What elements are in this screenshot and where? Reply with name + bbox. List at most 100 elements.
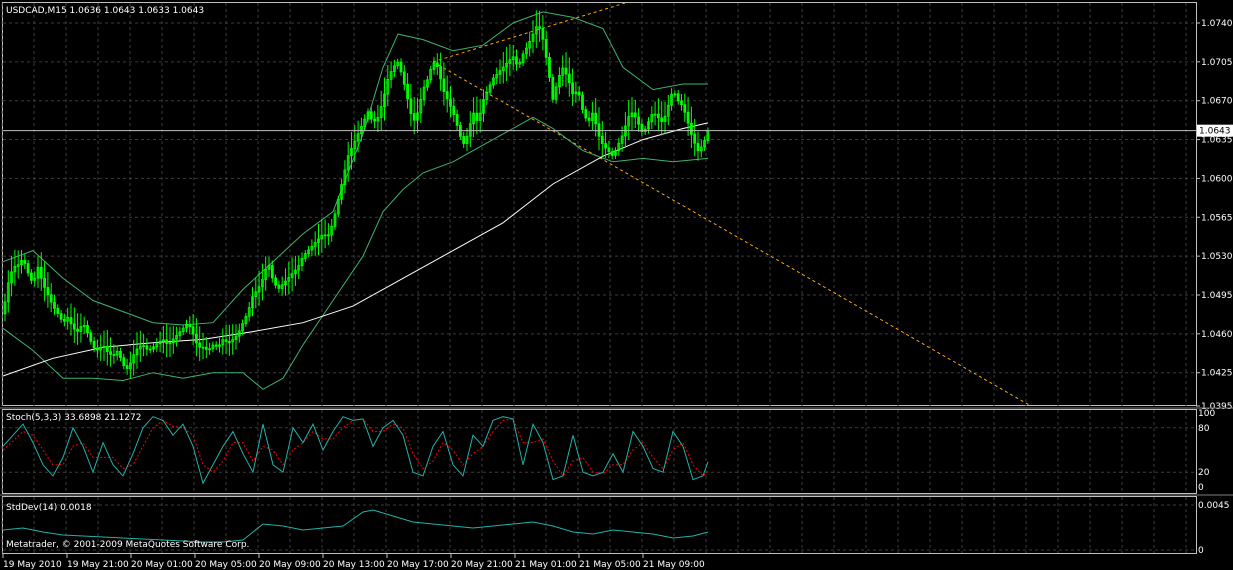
candles: [3, 10, 710, 379]
candle-body: [409, 98, 413, 114]
candle-body: [449, 98, 452, 107]
candle-body: [56, 308, 60, 314]
candle-body: [657, 113, 660, 119]
price-axis: 1.0740 1.0705 1.0670 1.0635 1.0600 1.0565 1.05…: [1196, 19, 1233, 412]
candle-body: [369, 111, 373, 120]
candle-body: [26, 263, 30, 274]
trendline[interactable]: [432, 2, 626, 63]
candle-body: [29, 272, 33, 281]
time-tick-label: 20 May 09:00: [259, 560, 321, 570]
candle-body: [43, 277, 46, 288]
bollinger-bands: [2, 11, 709, 390]
candle-body: [587, 117, 591, 121]
candle-body: [72, 323, 76, 330]
candle-body: [696, 142, 700, 152]
candle-body: [577, 91, 581, 96]
candle-body: [544, 38, 548, 58]
candle-body: [69, 317, 73, 325]
candle-body: [633, 112, 637, 118]
candle-body: [76, 328, 79, 332]
stochastic-panel[interactable]: 100 80 20 0 Stoch(5,3,3) 33.6898 21.1272: [0, 407, 1233, 494]
candle-body: [637, 116, 640, 125]
stochastic-main-line: [2, 416, 709, 485]
candle-body: [198, 342, 202, 348]
current-price-tag-label: 1.0643: [1199, 127, 1231, 137]
stddev-tick-label: 0.0045: [1198, 501, 1230, 511]
candle-body: [191, 326, 195, 335]
candle-body: [442, 78, 446, 92]
candle-body: [92, 340, 96, 349]
price-tick-label: 1.0425: [1201, 369, 1233, 379]
candle-body: [277, 284, 281, 289]
candle-body: [46, 287, 50, 296]
stddev-panel[interactable]: 0.0045 0 StdDev(14) 0.0018 Metatrader, © …: [0, 494, 1233, 556]
candle-body: [683, 104, 687, 113]
price-panel-frame: [2, 2, 1197, 406]
stochastic-tick-label: 100: [1198, 409, 1215, 419]
candle-body: [112, 354, 116, 356]
time-tick-label: 20 May 05:00: [195, 560, 257, 570]
trading-chart[interactable]: 1.0740 1.0705 1.0670 1.0635 1.0600 1.0565 1.05…: [0, 0, 1233, 570]
moving-average: [2, 122, 709, 377]
stochastic-lines: [2, 416, 709, 485]
candle-body: [274, 277, 278, 286]
candle-body: [194, 333, 198, 344]
price-tick-label: 1.0740: [1201, 19, 1233, 29]
stochastic-signal-line: [2, 418, 709, 477]
candle-body: [227, 341, 231, 343]
candle-body: [53, 301, 56, 309]
stochastic-tick-label: 80: [1198, 424, 1210, 434]
candle-body: [600, 135, 604, 144]
candle-body: [515, 56, 518, 65]
candle-body: [686, 111, 690, 124]
candle-body: [402, 71, 406, 85]
candle-body: [63, 318, 66, 322]
trendline[interactable]: [432, 61, 1032, 407]
candle-body: [445, 91, 449, 100]
candle-body: [597, 123, 601, 137]
candle-body: [188, 324, 192, 328]
candle-body: [676, 93, 680, 102]
candle-body: [119, 350, 122, 359]
candle-body: [584, 109, 588, 119]
time-tick-label: 20 May 13:00: [323, 560, 385, 570]
candle-body: [462, 136, 466, 144]
candle-body: [96, 347, 99, 351]
price-tick-label: 1.0565: [1201, 213, 1233, 223]
candle-body: [109, 351, 112, 355]
symbol-title: USDCAD,M15 1.0636 1.0643 1.0633 1.0643: [6, 6, 204, 16]
time-axis: 19 May 2010 19 May 21:00 20 May 01:00 20 Ma…: [2, 554, 705, 570]
candle-body: [89, 332, 93, 342]
candle-body: [541, 27, 545, 40]
candle-body: [105, 346, 109, 353]
price-tick-label: 1.0670: [1201, 97, 1233, 107]
candle-body: [39, 266, 43, 279]
candle-body: [439, 66, 443, 80]
stochastic-panel-frame: [2, 409, 1197, 494]
price-tick-label: 1.0600: [1201, 174, 1233, 184]
candle-body: [475, 112, 479, 121]
candle-body: [49, 294, 53, 303]
time-tick-label: 19 May 2010: [3, 560, 62, 570]
candle-body: [571, 82, 574, 95]
candle-body: [270, 265, 274, 279]
candle-body: [224, 339, 228, 342]
time-tick-label: 20 May 21:00: [451, 560, 513, 570]
candle-body: [326, 234, 330, 237]
candle-body: [86, 324, 89, 334]
candle-body: [567, 73, 571, 84]
candle-body: [452, 105, 456, 115]
time-tick-label: 21 May 01:00: [515, 560, 577, 570]
candle-body: [165, 339, 169, 344]
moving-average-line: [2, 122, 709, 377]
bollinger-upper-line: [2, 11, 708, 326]
candle-body: [548, 56, 551, 78]
price-panel[interactable]: 1.0740 1.0705 1.0670 1.0635 1.0600 1.0565 1.05…: [1, 2, 1233, 413]
stochastic-levels: [1, 410, 1196, 493]
candle-body: [693, 133, 697, 144]
price-tick-label: 1.0495: [1201, 291, 1233, 301]
candle-body: [581, 94, 584, 110]
stddev-label: StdDev(14) 0.0018: [6, 503, 92, 513]
price-grid: [1, 3, 1196, 406]
bollinger-lower-line: [2, 116, 709, 390]
